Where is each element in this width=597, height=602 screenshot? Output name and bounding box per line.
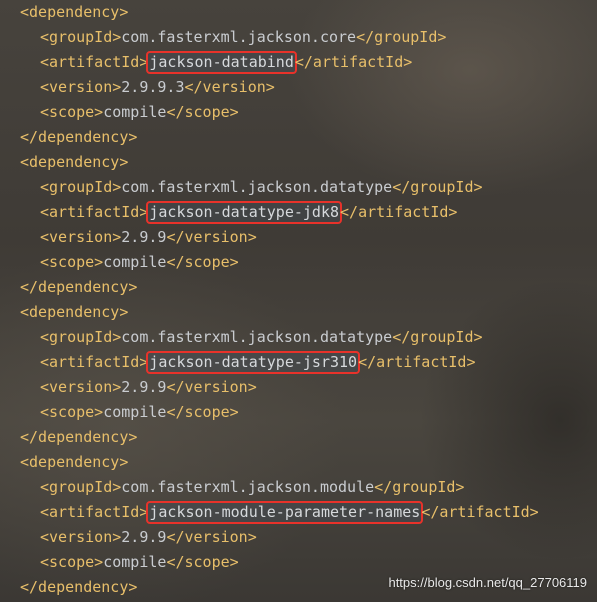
dependency-open-line[interactable]: <dependency> xyxy=(20,450,128,475)
dependency-close-line[interactable]: </dependency> xyxy=(20,425,137,450)
groupid-close-tag: </groupId> xyxy=(356,28,447,46)
artifactid-close-tag: </artifactId> xyxy=(340,203,458,221)
dependency-close-line[interactable]: </dependency> xyxy=(20,125,137,150)
artifactid-close-tag: </artifactId> xyxy=(358,353,476,371)
scope-open-tag: <scope> xyxy=(40,253,104,271)
groupid-value: com.fasterxml.jackson.module xyxy=(121,478,375,496)
artifactid-open-tag: <artifactId> xyxy=(40,503,149,521)
artifactid-open-tag: <artifactId> xyxy=(40,53,149,71)
groupid-line[interactable]: <groupId>com.fasterxml.jackson.module</g… xyxy=(40,475,464,500)
version-close-tag: </version> xyxy=(166,528,257,546)
groupid-value: com.fasterxml.jackson.core xyxy=(121,28,357,46)
artifactid-highlight: jackson-databind xyxy=(146,51,297,74)
scope-open-tag: <scope> xyxy=(40,103,104,121)
groupid-value: com.fasterxml.jackson.datatype xyxy=(121,178,393,196)
scope-line[interactable]: <scope>compile</scope> xyxy=(40,250,239,275)
scope-line[interactable]: <scope>compile</scope> xyxy=(40,100,239,125)
groupid-value: com.fasterxml.jackson.datatype xyxy=(121,328,393,346)
groupid-close-tag: </groupId> xyxy=(392,178,483,196)
dependency-close-tag: </dependency> xyxy=(20,428,138,446)
scope-line[interactable]: <scope>compile</scope> xyxy=(40,400,239,425)
artifactid-line[interactable]: <artifactId>jackson-module-parameter-nam… xyxy=(40,500,539,525)
watermark: https://blog.csdn.net/qq_27706119 xyxy=(388,575,587,590)
groupid-open-tag: <groupId> xyxy=(40,478,122,496)
scope-line[interactable]: <scope>compile</scope> xyxy=(40,550,239,575)
scope-value: compile xyxy=(103,253,167,271)
scope-close-tag: </scope> xyxy=(166,403,239,421)
version-line[interactable]: <version>2.9.9.3</version> xyxy=(40,75,275,100)
groupid-open-tag: <groupId> xyxy=(40,178,122,196)
scope-value: compile xyxy=(103,553,167,571)
version-value: 2.9.9 xyxy=(121,378,167,396)
scope-value: compile xyxy=(103,403,167,421)
groupid-open-tag: <groupId> xyxy=(40,28,122,46)
version-open-tag: <version> xyxy=(40,228,122,246)
artifactid-line[interactable]: <artifactId>jackson-datatype-jsr310</art… xyxy=(40,350,476,375)
groupid-close-tag: </groupId> xyxy=(374,478,465,496)
version-line[interactable]: <version>2.9.9</version> xyxy=(40,375,257,400)
dependency-open-line[interactable]: <dependency> xyxy=(20,300,128,325)
code-editor[interactable]: <dependency> <groupId>com.fasterxml.jack… xyxy=(0,0,597,602)
version-close-tag: </version> xyxy=(184,78,275,96)
artifactid-close-tag: </artifactId> xyxy=(421,503,539,521)
scope-close-tag: </scope> xyxy=(166,103,239,121)
artifactid-highlight: jackson-datatype-jdk8 xyxy=(146,201,343,224)
groupid-open-tag: <groupId> xyxy=(40,328,122,346)
version-open-tag: <version> xyxy=(40,378,122,396)
version-line[interactable]: <version>2.9.9</version> xyxy=(40,225,257,250)
artifactid-open-tag: <artifactId> xyxy=(40,203,149,221)
artifactid-highlight: jackson-datatype-jsr310 xyxy=(146,351,361,374)
scope-value: compile xyxy=(103,103,167,121)
version-close-tag: </version> xyxy=(166,228,257,246)
artifactid-highlight: jackson-module-parameter-names xyxy=(146,501,424,524)
dependency-close-line[interactable]: </dependency> xyxy=(20,575,137,600)
scope-open-tag: <scope> xyxy=(40,403,104,421)
scope-close-tag: </scope> xyxy=(166,553,239,571)
groupid-line[interactable]: <groupId>com.fasterxml.jackson.datatype<… xyxy=(40,175,483,200)
version-value: 2.9.9.3 xyxy=(121,78,185,96)
dependency-close-tag: </dependency> xyxy=(20,578,138,596)
dependency-open-tag: <dependency> xyxy=(20,453,129,471)
scope-close-tag: </scope> xyxy=(166,253,239,271)
version-close-tag: </version> xyxy=(166,378,257,396)
artifactid-line[interactable]: <artifactId>jackson-datatype-jdk8</artif… xyxy=(40,200,457,225)
dependency-close-tag: </dependency> xyxy=(20,278,138,296)
artifactid-open-tag: <artifactId> xyxy=(40,353,149,371)
artifactid-close-tag: </artifactId> xyxy=(294,53,413,71)
version-line[interactable]: <version>2.9.9</version> xyxy=(40,525,257,550)
dependency-open-tag: <dependency> xyxy=(20,303,129,321)
dependency-open-line[interactable]: <dependency> xyxy=(20,0,128,25)
dependency-open-tag: <dependency> xyxy=(20,3,129,21)
dependency-open-line[interactable]: <dependency> xyxy=(20,150,128,175)
groupid-line[interactable]: <groupId>com.fasterxml.jackson.datatype<… xyxy=(40,325,483,350)
version-value: 2.9.9 xyxy=(121,528,167,546)
version-value: 2.9.9 xyxy=(121,228,167,246)
version-open-tag: <version> xyxy=(40,528,122,546)
artifactid-line[interactable]: <artifactId>jackson-databind</artifactId… xyxy=(40,50,412,75)
dependency-close-line[interactable]: </dependency> xyxy=(20,275,137,300)
version-open-tag: <version> xyxy=(40,78,122,96)
scope-open-tag: <scope> xyxy=(40,553,104,571)
dependency-close-tag: </dependency> xyxy=(20,128,138,146)
groupid-line[interactable]: <groupId>com.fasterxml.jackson.core</gro… xyxy=(40,25,446,50)
groupid-close-tag: </groupId> xyxy=(392,328,483,346)
dependency-open-tag: <dependency> xyxy=(20,153,129,171)
